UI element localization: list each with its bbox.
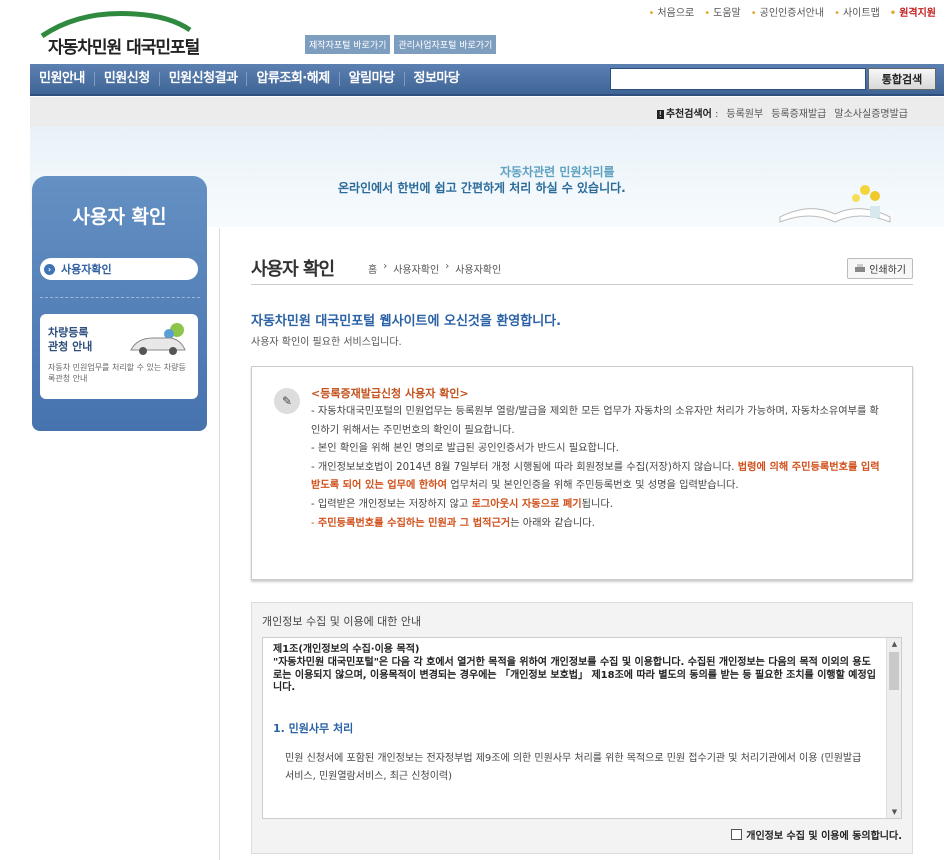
recommended-term[interactable]: 말소사실증명발급	[834, 105, 908, 120]
notice-heading: <등록증재발급신청 사용자 확인>	[311, 387, 469, 400]
main-nav: 민원안내 민원신청 민원신청결과 압류조회·해제 알림마당 정보마당 통합검색	[30, 64, 944, 96]
pencil-note-icon: ✎	[274, 388, 300, 414]
car-icon	[130, 323, 186, 355]
card-title-line-1: 차량등록	[48, 326, 89, 339]
recommended-search-bar: ! 추천검색어 : 등록원부 등록증재발급 말소사실증명발급	[30, 97, 944, 127]
search-input[interactable]	[610, 68, 866, 90]
welcome-heading: 자동차민원 대국민포털 웹사이트에 오신것을 환영합니다.	[251, 314, 562, 329]
card-title-line-2: 관청 안내	[48, 340, 93, 353]
nav-item-result[interactable]: 민원신청결과	[160, 72, 248, 86]
recommended-label: 추천검색어	[665, 109, 712, 120]
privacy-article-body: "자동차민원 대국민포털"은 다음 각 호에서 열거한 목적을 위하여 개인정보…	[273, 656, 876, 694]
nav-item-info[interactable]: 정보마당	[405, 72, 469, 86]
sidebar-item-user-check[interactable]: › 사용자확인	[40, 258, 198, 280]
notice-paragraph: - 본인 확인을 위해 본인 명의로 발급된 공인인증서가 반드시 필요합니다.	[311, 443, 619, 455]
nav-item-seizure[interactable]: 압류조회·해제	[247, 72, 340, 86]
highlight-text: 주민등록번호를 수집하는 민원과 그 법적근거	[317, 517, 511, 529]
breadcrumb-home[interactable]: 홈	[368, 261, 377, 276]
nav-item-notice[interactable]: 알림마당	[340, 72, 405, 86]
privacy-section-title: 1. 민원사무 처리	[273, 722, 354, 735]
chevron-right-icon: ›	[383, 261, 388, 272]
printer-icon	[855, 264, 866, 272]
notice-paragraph: - 주민등록번호를 수집하는 민원과 그 법적근거는 아래와 같습니다.	[311, 517, 595, 529]
registration-office-card[interactable]: 차량등록 관청 안내 자동차 민원업무를 처리할 수 있는 차량등록관청 안내	[40, 314, 198, 399]
page-title: 사용자 확인	[251, 259, 335, 280]
left-sidebar: 사용자 확인 › 사용자확인 차량등록 관청 안내 자동차 민원업무를 처리할 …	[32, 176, 207, 431]
logo-text: 자동차민원 대국민포털	[48, 38, 200, 58]
top-link-help[interactable]: 도움말	[704, 4, 741, 19]
quick-buttons: 제작자포털 바로가기 관리사업자포털 바로가기	[305, 35, 497, 54]
privacy-terms-scrollbox[interactable]: 제1조(개인정보의 수집·이용 목적) "자동차민원 대국민포털"은 다음 각 …	[262, 637, 902, 819]
privacy-article-title: 제1조(개인정보의 수집·이용 목적)	[273, 644, 420, 655]
breadcrumb-item[interactable]: 사용자확인	[393, 261, 439, 276]
card-description: 자동차 민원업무를 처리할 수 있는 차량등록관청 안내	[48, 363, 186, 383]
banner-line-2: 온라인에서 한번에 쉽고 간편하게 처리 하실 수 있습니다.	[338, 181, 626, 195]
nav-item-apply[interactable]: 민원신청	[95, 72, 160, 86]
notice-box: ✎ <등록증재발급신청 사용자 확인> - 자동차대국민포털의 민원업무는 등록…	[251, 366, 913, 580]
welcome-subtext: 사용자 확인이 필요한 서비스입니다.	[251, 337, 402, 348]
business-portal-button[interactable]: 관리사업자포털 바로가기	[394, 35, 497, 54]
book-flower-illustration-icon	[779, 185, 891, 223]
privacy-header: 개인정보 수집 및 이용에 대한 안내	[262, 615, 422, 628]
notice-paragraph: - 개인정보보호법이 2014년 8월 7일부터 개정 시행됨에 따라 회원정보…	[311, 461, 880, 492]
sidebar-title: 사용자 확인	[72, 206, 167, 228]
top-link-home[interactable]: 처음으로	[649, 4, 694, 19]
top-link-remote-support[interactable]: 원격지원	[890, 4, 936, 19]
privacy-consent-panel: 개인정보 수집 및 이용에 대한 안내 제1조(개인정보의 수집·이용 목적) …	[251, 602, 913, 854]
search-button[interactable]: 통합검색	[868, 68, 936, 90]
checkbox-icon[interactable]	[731, 829, 743, 840]
scroll-up-icon[interactable]: ▲	[887, 640, 902, 648]
top-links: 처음으로 도움말 공인인증서안내 사이트맵 원격지원	[649, 4, 936, 19]
breadcrumb-item: 사용자확인	[455, 265, 502, 276]
title-divider	[251, 284, 913, 285]
notice-paragraph: - 입력받은 개인정보는 저장하지 않고 로그아웃시 자동으로 폐기됩니다.	[311, 498, 614, 510]
agree-label: 개인정보 수집 및 이용에 동의합니다.	[746, 831, 902, 842]
scroll-down-icon[interactable]: ▼	[887, 808, 902, 816]
scrollbar-thumb[interactable]	[889, 652, 899, 690]
print-button[interactable]: 인쇄하기	[847, 258, 913, 279]
main-content: 사용자 확인 홈 › 사용자확인 › 사용자확인 인쇄하기 자동차민원 대국민포…	[219, 228, 943, 860]
top-link-sitemap[interactable]: 사이트맵	[834, 4, 880, 19]
highlight-text: 로그아웃시 자동으로 폐기	[471, 498, 582, 510]
chevron-right-icon: ›	[445, 261, 450, 272]
notice-paragraph: - 자동차대국민포털의 민원업무는 등록원부 열람/발급을 제외한 모든 업무가…	[311, 406, 879, 436]
alert-icon: !	[656, 110, 664, 119]
top-link-cert-guide[interactable]: 공인인증서안내	[751, 4, 824, 19]
maker-portal-button[interactable]: 제작자포털 바로가기	[305, 35, 391, 54]
print-label: 인쇄하기	[869, 265, 906, 276]
banner-line-1: 자동차관련 민원처리를	[500, 165, 615, 179]
notice-body: - 자동차대국민포털의 민원업무는 등록원부 열람/발급을 제외한 모든 업무가…	[311, 403, 887, 533]
recommended-term[interactable]: 등록증재발급	[771, 105, 826, 120]
scrollbar[interactable]: ▲ ▼	[886, 638, 901, 818]
nav-item-guide[interactable]: 민원안내	[30, 72, 95, 86]
site-logo[interactable]: 자동차민원 대국민포털	[40, 8, 240, 58]
recommended-term[interactable]: 등록원부	[726, 105, 763, 120]
sidebar-divider	[40, 297, 200, 298]
sidebar-item-label: 사용자확인	[61, 263, 112, 276]
chevron-right-icon: ›	[44, 263, 55, 275]
breadcrumb: 홈 › 사용자확인 › 사용자확인	[368, 261, 501, 276]
privacy-agree-checkbox[interactable]: 개인정보 수집 및 이용에 동의합니다.	[731, 827, 902, 842]
privacy-section-body: 민원 신청서에 포함된 개인정보는 전자정부법 제9조에 의한 민원사무 처리를…	[285, 753, 862, 782]
